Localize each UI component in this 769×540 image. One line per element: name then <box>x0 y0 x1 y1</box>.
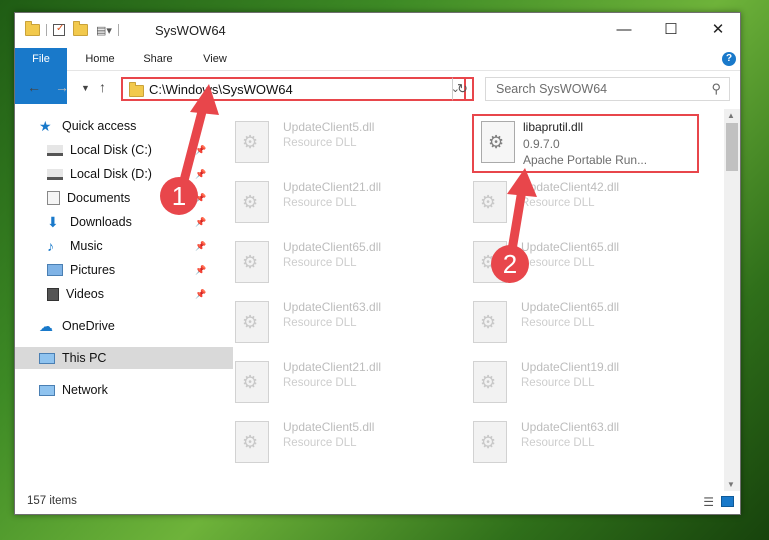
arrow-2-head <box>507 168 537 197</box>
arrow-1-head <box>190 84 219 115</box>
annotation-arrows <box>176 84 537 263</box>
step-1-badge: 1 <box>160 177 198 215</box>
step-2-badge: 2 <box>491 245 529 283</box>
